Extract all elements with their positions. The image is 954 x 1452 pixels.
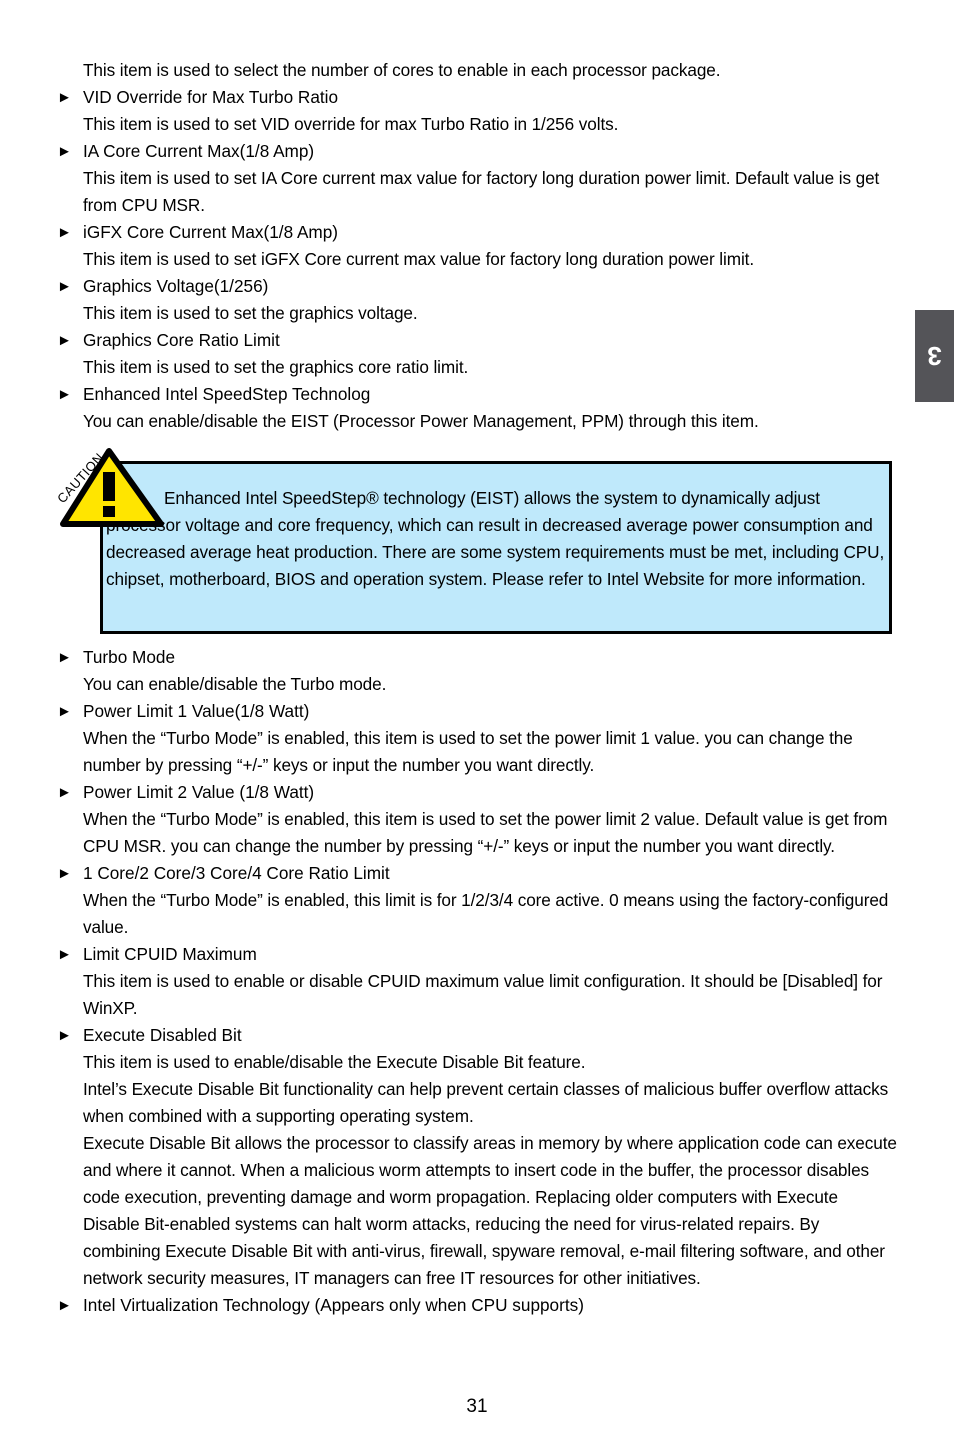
bullet-triangle-icon: ► [57, 865, 72, 882]
bullet-triangle-icon: ► [57, 278, 72, 295]
caution-callout: Enhanced Intel SpeedStep® technology (EI… [57, 448, 897, 634]
bullet-triangle-icon: ► [57, 332, 72, 349]
bullet-item: ► Graphics Voltage(1/256) [57, 273, 897, 300]
body-paragraph: This item is used to select the number o… [83, 60, 721, 80]
bullet-triangle-icon: ► [57, 649, 72, 666]
bullet-item: ► Limit CPUID Maximum [57, 941, 897, 968]
caution-text: Enhanced Intel SpeedStep® technology (EI… [106, 488, 885, 589]
bullet-item-label: Power Limit 2 Value (1/8 Watt) [83, 782, 315, 802]
page-content: This item is used to select the number o… [57, 57, 897, 1319]
bullet-item-label: Intel Virtualization Technology (Appears… [83, 1295, 584, 1315]
body-paragraph: When the “Turbo Mode” is enabled, this i… [83, 809, 888, 856]
bullet-triangle-icon: ► [57, 1297, 72, 1314]
chapter-tab-number: 3 [927, 341, 942, 371]
manual-page: 3 This item is used to select the number… [0, 0, 954, 1452]
caution-warning-triangle-icon: CAUTION [57, 448, 165, 530]
bullet-item-label: Enhanced Intel SpeedStep Technolog [83, 384, 371, 404]
bullet-item: ► iGFX Core Current Max(1/8 Amp) [57, 219, 897, 246]
chapter-tab: 3 [915, 310, 954, 402]
body-paragraph: This item is used to set the graphics vo… [83, 303, 418, 323]
bullet-item: ► Intel Virtualization Technology (Appear… [57, 1292, 897, 1319]
bullet-triangle-icon: ► [57, 946, 72, 963]
body-paragraph: When the “Turbo Mode” is enabled, this i… [83, 728, 853, 775]
bullet-item: ► Turbo Mode [57, 644, 897, 671]
bullet-triangle-icon: ► [57, 143, 72, 160]
bullet-item: ► IA Core Current Max(1/8 Amp) [57, 138, 897, 165]
bullet-triangle-icon: ► [57, 784, 72, 801]
body-paragraph: This item is used to set the graphics co… [83, 357, 469, 377]
body-paragraph: Execute Disable Bit allows the processor… [83, 1133, 897, 1288]
body-paragraph: This item is used to enable/disable the … [83, 1052, 586, 1072]
bullet-triangle-icon: ► [57, 1027, 72, 1044]
bullet-item-label: iGFX Core Current Max(1/8 Amp) [83, 222, 339, 242]
body-paragraph: This item is used to set IA Core current… [83, 168, 880, 215]
body-paragraph: You can enable/disable the Turbo mode. [83, 674, 387, 694]
bullet-item: ► Enhanced Intel SpeedStep Technolog [57, 381, 897, 408]
bullet-triangle-icon: ► [57, 703, 72, 720]
body-paragraph: When the “Turbo Mode” is enabled, this l… [83, 890, 889, 937]
bullet-item: ► Execute Disabled Bit [57, 1022, 897, 1049]
bullet-item-label: IA Core Current Max(1/8 Amp) [83, 141, 315, 161]
body-paragraph: Intel’s Execute Disable Bit functionalit… [83, 1079, 889, 1126]
body-paragraph: This item is used to enable or disable C… [83, 971, 883, 1018]
bullet-triangle-icon: ► [57, 224, 72, 241]
bullet-triangle-icon: ► [57, 89, 72, 106]
body-paragraph: This item is used to set iGFX Core curre… [83, 249, 755, 269]
bullet-item: ► Power Limit 1 Value(1/8 Watt) [57, 698, 897, 725]
bullet-item-label: Graphics Voltage(1/256) [83, 276, 269, 296]
bullet-item-label: Execute Disabled Bit [83, 1025, 242, 1045]
bullet-item-label: Power Limit 1 Value(1/8 Watt) [83, 701, 310, 721]
body-paragraph: This item is used to set VID override fo… [83, 114, 619, 134]
bullet-item-label: Limit CPUID Maximum [83, 944, 257, 964]
bullet-item-label: Graphics Core Ratio Limit [83, 330, 280, 350]
page-number: 31 [466, 1396, 488, 1417]
bullet-item: ► Graphics Core Ratio Limit [57, 327, 897, 354]
bullet-item: ► 1 Core/2 Core/3 Core/4 Core Ratio Limit [57, 860, 897, 887]
bullet-item-label: VID Override for Max Turbo Ratio [83, 87, 339, 107]
bullet-item: ► VID Override for Max Turbo Ratio [57, 84, 897, 111]
bullet-item-label: Turbo Mode [83, 647, 176, 667]
bullet-triangle-icon: ► [57, 386, 72, 403]
caution-box: Enhanced Intel SpeedStep® technology (EI… [100, 461, 892, 634]
bullet-item: ► Power Limit 2 Value (1/8 Watt) [57, 779, 897, 806]
body-paragraph: You can enable/disable the EIST (Process… [83, 411, 759, 431]
bullet-item-label: 1 Core/2 Core/3 Core/4 Core Ratio Limit [83, 863, 390, 883]
